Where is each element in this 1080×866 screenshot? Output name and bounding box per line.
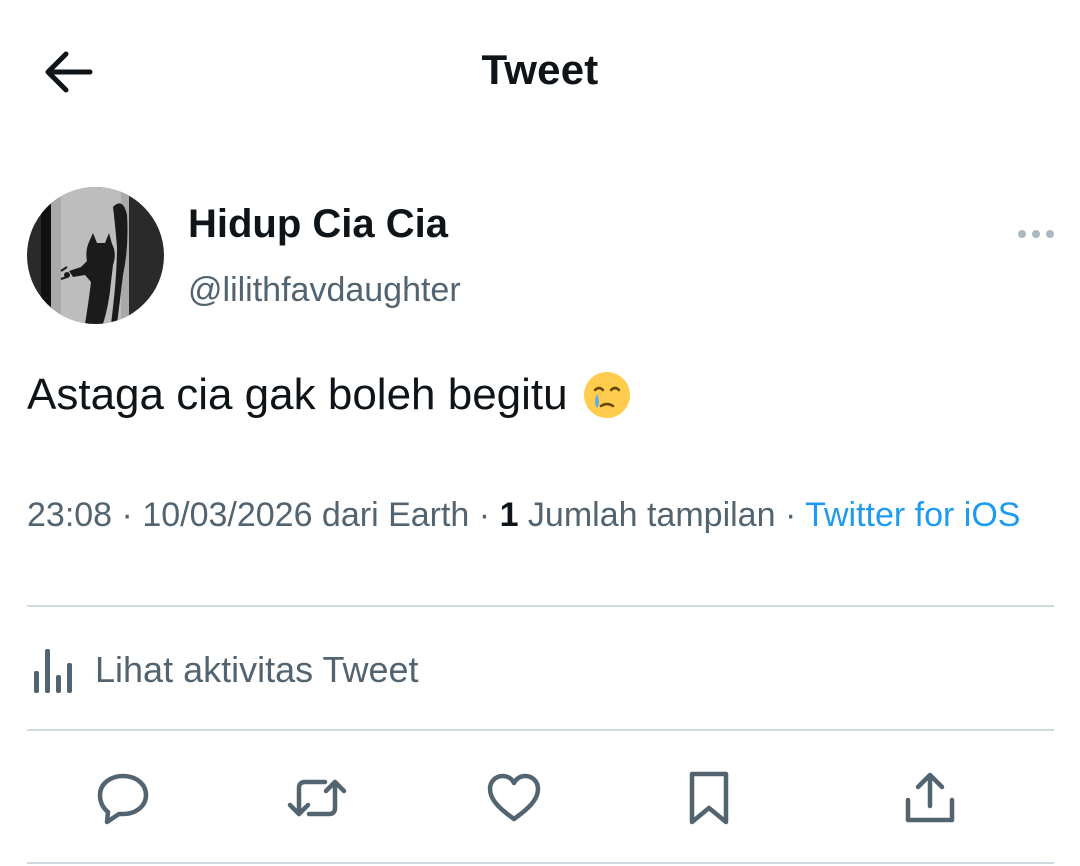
retweet-icon — [287, 779, 347, 817]
tweet-meta: 23:08 · 10/03/2026 dari Earth · 1 Jumlah… — [27, 496, 1021, 534]
tweet-body: Astaga cia gak boleh begitu — [27, 370, 632, 420]
avatar[interactable] — [27, 187, 164, 324]
divider — [27, 605, 1054, 607]
bar-chart-icon — [34, 649, 72, 693]
view-count: 1 — [499, 496, 519, 534]
tweet-time: 23:08 — [27, 496, 113, 534]
tweet-date: 10/03/2026 — [142, 496, 313, 534]
like-button[interactable] — [484, 768, 544, 828]
bookmark-icon — [689, 771, 729, 825]
divider — [27, 729, 1054, 731]
reply-button[interactable] — [93, 768, 153, 828]
page-title: Tweet — [481, 46, 599, 93]
heart-icon — [487, 773, 541, 822]
tweet-activity-button[interactable]: Lihat aktivitas Tweet — [27, 640, 419, 700]
reply-icon — [97, 773, 149, 825]
divider — [27, 862, 1054, 864]
share-button[interactable] — [900, 768, 960, 828]
share-icon — [905, 772, 955, 823]
activity-label: Lihat aktivitas Tweet — [95, 649, 419, 690]
more-horizontal-icon — [1018, 230, 1054, 238]
face-holding-back-tears-icon — [582, 370, 632, 420]
user-handle[interactable]: @lilithfavdaughter — [188, 271, 461, 310]
tweet-source-link[interactable]: Twitter for iOS — [805, 496, 1020, 534]
view-label: Jumlah tampilan — [518, 496, 776, 534]
bookmark-button[interactable] — [679, 768, 739, 828]
tweet-text: Astaga cia gak boleh begitu — [27, 370, 568, 419]
top-bar: Tweet — [0, 0, 1080, 140]
retweet-button[interactable] — [287, 768, 347, 828]
more-button[interactable] — [1012, 222, 1060, 246]
display-name[interactable]: Hidup Cia Cia — [188, 202, 448, 247]
tweet-location: dari Earth — [312, 496, 470, 534]
